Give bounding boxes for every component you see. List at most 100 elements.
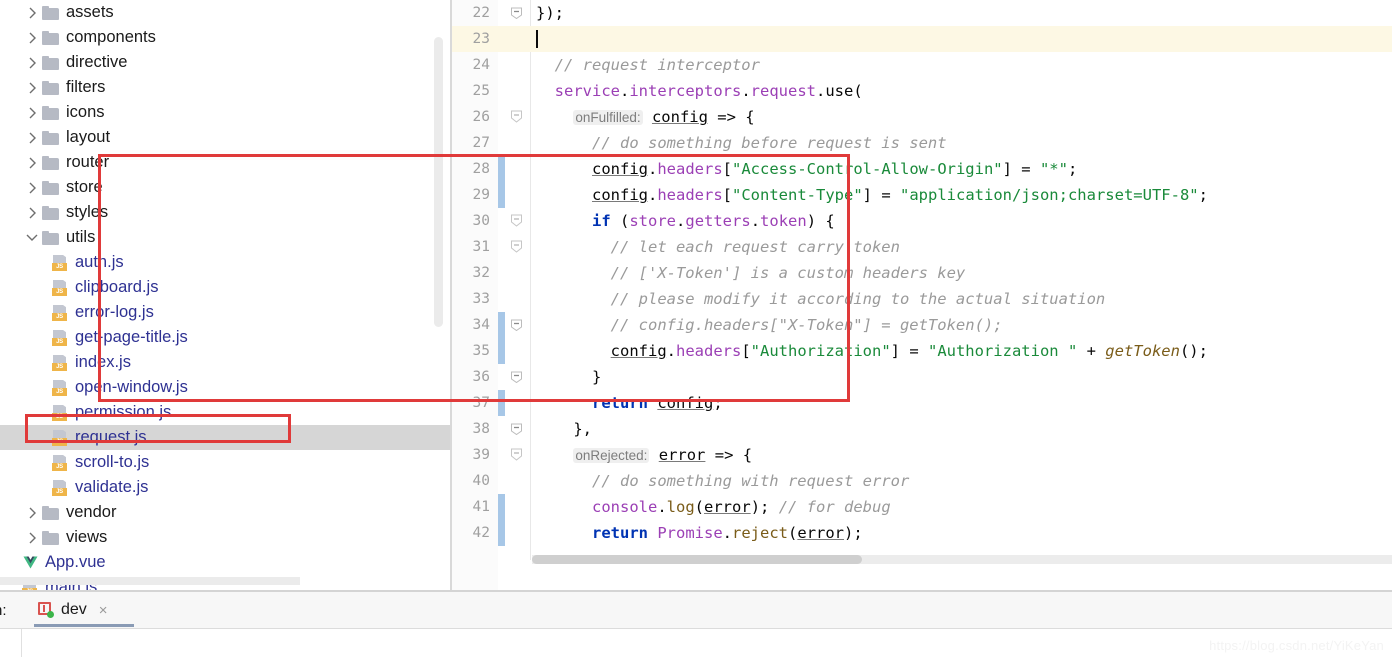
- fold-collapse-icon[interactable]: [510, 422, 524, 436]
- gutter-marker-area[interactable]: [498, 78, 532, 104]
- chevron-right-icon[interactable]: [22, 7, 42, 19]
- fold-expand-icon[interactable]: [510, 240, 524, 254]
- run-tab-dev[interactable]: dev ×: [26, 592, 134, 628]
- code-line-27[interactable]: 27 // do something before request is sen…: [452, 130, 1392, 156]
- code-line-33[interactable]: 33 // please modify it according to the …: [452, 286, 1392, 312]
- console-output-panel[interactable]: https://blog.csdn.net/YiKeYan: [0, 628, 1392, 657]
- code-line-22[interactable]: 22});: [452, 0, 1392, 26]
- chevron-right-icon[interactable]: [22, 132, 42, 144]
- chevron-down-icon[interactable]: [22, 233, 42, 242]
- gutter-marker-area[interactable]: [498, 364, 532, 390]
- tree-vertical-scrollbar[interactable]: [434, 37, 443, 327]
- tree-item-validate-js[interactable]: validate.js: [0, 475, 452, 500]
- code-line-40[interactable]: 40 // do something with request error: [452, 468, 1392, 494]
- chevron-right-icon[interactable]: [22, 57, 42, 69]
- tree-item-auth-js[interactable]: auth.js: [0, 250, 452, 275]
- tree-horizontal-scrollbar[interactable]: [0, 577, 300, 585]
- code-line-34[interactable]: 34 // config.headers["X-Token"] = getTok…: [452, 312, 1392, 338]
- gutter-marker-area[interactable]: [498, 130, 532, 156]
- chevron-right-icon[interactable]: [22, 182, 42, 194]
- gutter-marker-area[interactable]: [498, 156, 532, 182]
- code-line-28[interactable]: 28 config.headers["Access-Control-Allow-…: [452, 156, 1392, 182]
- tree-item-layout[interactable]: layout: [0, 125, 452, 150]
- tree-item-permission-js[interactable]: permission.js: [0, 400, 452, 425]
- tree-item-scroll-to-js[interactable]: scroll-to.js: [0, 450, 452, 475]
- code-line-41[interactable]: 41 console.log(error); // for debug: [452, 494, 1392, 520]
- gutter-marker-area[interactable]: [498, 286, 532, 312]
- fold-collapse-icon[interactable]: [510, 370, 524, 384]
- code-line-31[interactable]: 31 // let each request carry token: [452, 234, 1392, 260]
- tree-item-App-vue[interactable]: App.vue: [0, 550, 452, 575]
- code-line-26[interactable]: 26 onFulfilled: config => {: [452, 104, 1392, 130]
- editor-horizontal-scrollbar[interactable]: [532, 555, 1392, 564]
- gutter-marker-area[interactable]: [498, 182, 532, 208]
- tree-item-index-js[interactable]: index.js: [0, 350, 452, 375]
- gutter-marker-area[interactable]: [498, 26, 532, 52]
- code-line-39[interactable]: 39 onRejected: error => {: [452, 442, 1392, 468]
- tree-item-router[interactable]: router: [0, 150, 452, 175]
- gutter-marker-area[interactable]: [498, 520, 532, 546]
- code-line-38[interactable]: 38 },: [452, 416, 1392, 442]
- editor-scroll-thumb[interactable]: [532, 555, 862, 564]
- tree-item-views[interactable]: views: [0, 525, 452, 550]
- fold-expand-icon[interactable]: [510, 448, 524, 462]
- fold-collapse-icon[interactable]: [510, 318, 524, 332]
- gutter-marker-area[interactable]: [498, 338, 532, 364]
- tree-item-store[interactable]: store: [0, 175, 452, 200]
- tree-item-icons[interactable]: icons: [0, 100, 452, 125]
- fold-expand-icon[interactable]: [510, 214, 524, 228]
- chevron-right-icon[interactable]: [22, 157, 42, 169]
- vcs-change-bar[interactable]: [498, 312, 505, 338]
- code-line-42[interactable]: 42 return Promise.reject(error);: [452, 520, 1392, 546]
- vcs-change-bar[interactable]: [498, 338, 505, 364]
- code-line-32[interactable]: 32 // ['X-Token'] is a custom headers ke…: [452, 260, 1392, 286]
- code-line-25[interactable]: 25 service.interceptors.request.use(: [452, 78, 1392, 104]
- gutter-marker-area[interactable]: [498, 234, 532, 260]
- gutter-marker-area[interactable]: [498, 104, 532, 130]
- chevron-right-icon[interactable]: [22, 507, 42, 519]
- tree-item-utils[interactable]: utils: [0, 225, 452, 250]
- chevron-right-icon[interactable]: [22, 107, 42, 119]
- tree-item-directive[interactable]: directive: [0, 50, 452, 75]
- chevron-right-icon[interactable]: [22, 82, 42, 94]
- code-lines[interactable]: 22}); 23 24 // request interceptor 25 servi…: [452, 0, 1392, 590]
- gutter-marker-area[interactable]: [498, 494, 532, 520]
- gutter-marker-area[interactable]: [498, 52, 532, 78]
- code-line-36[interactable]: 36 }: [452, 364, 1392, 390]
- project-file-tree[interactable]: assets components directive filters icons lay…: [0, 0, 452, 590]
- gutter-marker-area[interactable]: [498, 390, 532, 416]
- gutter-marker-area[interactable]: [498, 312, 532, 338]
- chevron-right-icon[interactable]: [22, 532, 42, 544]
- code-line-30[interactable]: 30 if (store.getters.token) {: [452, 208, 1392, 234]
- tree-item-request-js[interactable]: request.js: [0, 425, 452, 450]
- code-line-29[interactable]: 29 config.headers["Content-Type"] = "app…: [452, 182, 1392, 208]
- tree-item-filters[interactable]: filters: [0, 75, 452, 100]
- gutter-marker-area[interactable]: [498, 442, 532, 468]
- tree-item-error-log-js[interactable]: error-log.js: [0, 300, 452, 325]
- tree-item-get-page-title-js[interactable]: get-page-title.js: [0, 325, 452, 350]
- tree-item-components[interactable]: components: [0, 25, 452, 50]
- tree-item-assets[interactable]: assets: [0, 0, 452, 25]
- tree-item-open-window-js[interactable]: open-window.js: [0, 375, 452, 400]
- vcs-change-bar[interactable]: [498, 390, 505, 416]
- gutter-marker-area[interactable]: [498, 468, 532, 494]
- tree-item-clipboard-js[interactable]: clipboard.js: [0, 275, 452, 300]
- code-line-24[interactable]: 24 // request interceptor: [452, 52, 1392, 78]
- vcs-change-bar[interactable]: [498, 520, 505, 546]
- gutter-marker-area[interactable]: [498, 0, 532, 26]
- vcs-change-bar[interactable]: [498, 494, 505, 520]
- code-line-37[interactable]: 37 return config;: [452, 390, 1392, 416]
- chevron-right-icon[interactable]: [22, 207, 42, 219]
- code-line-35[interactable]: 35 config.headers["Authorization"] = "Au…: [452, 338, 1392, 364]
- chevron-right-icon[interactable]: [22, 32, 42, 44]
- code-editor[interactable]: 22}); 23 24 // request interceptor 25 servi…: [452, 0, 1392, 590]
- tree-item-vendor[interactable]: vendor: [0, 500, 452, 525]
- vcs-change-bar[interactable]: [498, 156, 505, 182]
- fold-collapse-icon[interactable]: [510, 6, 524, 20]
- close-icon[interactable]: ×: [99, 603, 108, 618]
- fold-expand-icon[interactable]: [510, 110, 524, 124]
- gutter-marker-area[interactable]: [498, 208, 532, 234]
- gutter-marker-area[interactable]: [498, 260, 532, 286]
- vcs-change-bar[interactable]: [498, 182, 505, 208]
- gutter-marker-area[interactable]: [498, 416, 532, 442]
